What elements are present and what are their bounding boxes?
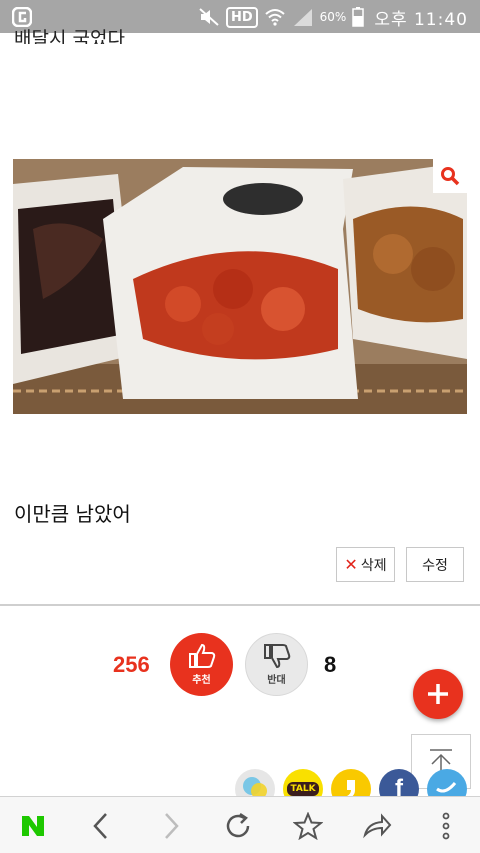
upvote-label: 추천 — [192, 675, 211, 686]
reload-button[interactable] — [208, 797, 268, 853]
post-photo[interactable] — [13, 159, 467, 414]
write-post-button[interactable] — [413, 669, 463, 719]
downvote-label: 반대 — [267, 675, 286, 686]
thumbs-up-icon — [188, 643, 215, 668]
share-arrow-icon — [363, 812, 392, 838]
chevron-left-icon — [93, 812, 107, 839]
thumbs-down-icon — [263, 644, 290, 669]
wifi-icon — [264, 9, 285, 26]
signal-icon — [293, 9, 312, 26]
chevron-right-icon — [165, 812, 179, 839]
upvote-count: 256 — [113, 652, 150, 677]
hd-badge: HD — [225, 6, 258, 28]
delete-button[interactable]: ✕ 삭제 — [336, 547, 395, 582]
forward-button[interactable] — [141, 797, 201, 853]
delete-label: 삭제 — [360, 557, 387, 574]
edit-label: 수정 — [422, 557, 448, 574]
more-vertical-icon — [442, 812, 450, 839]
mute-icon — [199, 8, 219, 26]
star-icon — [293, 811, 323, 840]
clock: 오후 11:40 — [374, 9, 468, 30]
kakaotalk-label: TALK — [287, 782, 319, 796]
section-divider — [0, 604, 480, 606]
status-icons: HD 60% 오후 11:40 — [198, 4, 468, 30]
edit-button[interactable]: 수정 — [406, 547, 464, 582]
battery-percent: 60% — [319, 10, 347, 24]
share-button[interactable] — [347, 797, 407, 853]
naver-home-button[interactable] — [3, 797, 63, 853]
browser-toolbar — [0, 796, 480, 853]
magnifier-icon — [441, 167, 460, 186]
previous-text-line: 배달시 국었다 — [14, 28, 125, 44]
downvote-count: 8 — [324, 652, 337, 677]
chicken-boxes-image — [13, 159, 467, 414]
more-menu-button[interactable] — [416, 797, 476, 853]
upvote-button[interactable]: 추천 — [170, 633, 233, 696]
downvote-button[interactable]: 반대 — [245, 633, 308, 696]
zoom-button[interactable] — [433, 159, 467, 193]
battery-icon — [352, 7, 365, 27]
reload-icon — [226, 812, 250, 837]
post-body-text: 이만큼 남았어 — [14, 502, 131, 526]
naver-logo-icon — [22, 815, 44, 836]
plus-icon — [428, 684, 448, 704]
back-button[interactable] — [71, 797, 131, 853]
delete-x-icon: ✕ — [344, 555, 358, 574]
bookmark-button[interactable] — [278, 797, 338, 853]
